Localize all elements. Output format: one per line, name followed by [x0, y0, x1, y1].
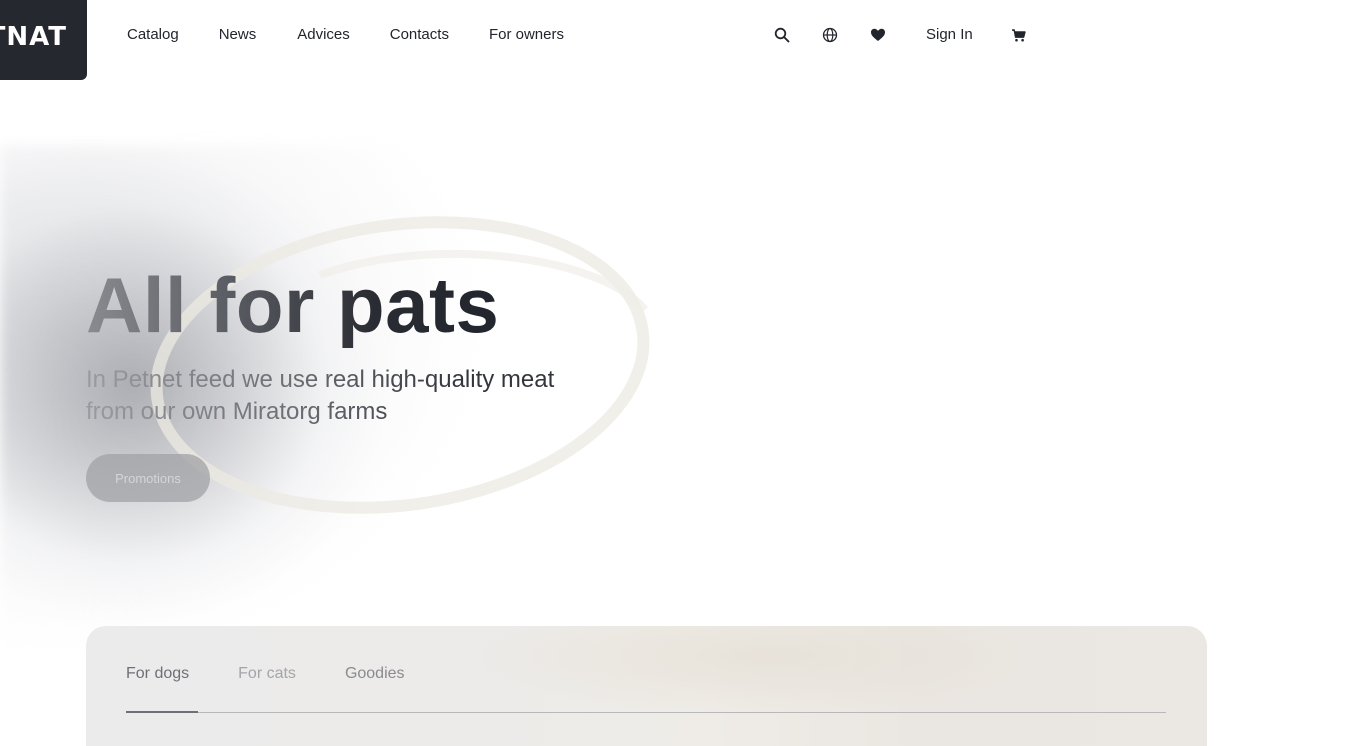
hero-title: All for pats — [86, 261, 500, 349]
tab-for-dogs[interactable]: For dogs — [126, 664, 189, 684]
logo[interactable]: TNAT — [0, 0, 87, 80]
tab-goodies[interactable]: Goodies — [345, 664, 405, 684]
search-icon[interactable] — [774, 27, 790, 43]
globe-icon[interactable] — [822, 27, 838, 43]
promotions-button[interactable]: Promotions — [86, 454, 210, 502]
nav-for-owners[interactable]: For owners — [489, 26, 564, 44]
active-tab-indicator — [126, 711, 198, 713]
nav-advices[interactable]: Advices — [297, 26, 350, 44]
sign-in-link[interactable]: Sign In — [926, 26, 973, 44]
nav-news[interactable]: News — [219, 26, 257, 44]
logo-text: TNAT — [0, 22, 67, 52]
category-tabs: For dogs For cats Goodies — [126, 664, 454, 684]
cart-icon[interactable] — [1011, 27, 1027, 43]
heart-icon[interactable] — [870, 27, 886, 43]
nav-catalog[interactable]: Catalog — [127, 26, 179, 44]
category-panel: For dogs For cats Goodies — [86, 626, 1207, 746]
tabs-divider — [126, 712, 1166, 713]
nav-contacts[interactable]: Contacts — [390, 26, 449, 44]
main-nav: Catalog News Advices Contacts For owners — [127, 26, 604, 44]
tab-for-cats[interactable]: For cats — [238, 664, 296, 684]
hero-subtitle: In Petnet feed we use real high-quality … — [86, 364, 556, 428]
